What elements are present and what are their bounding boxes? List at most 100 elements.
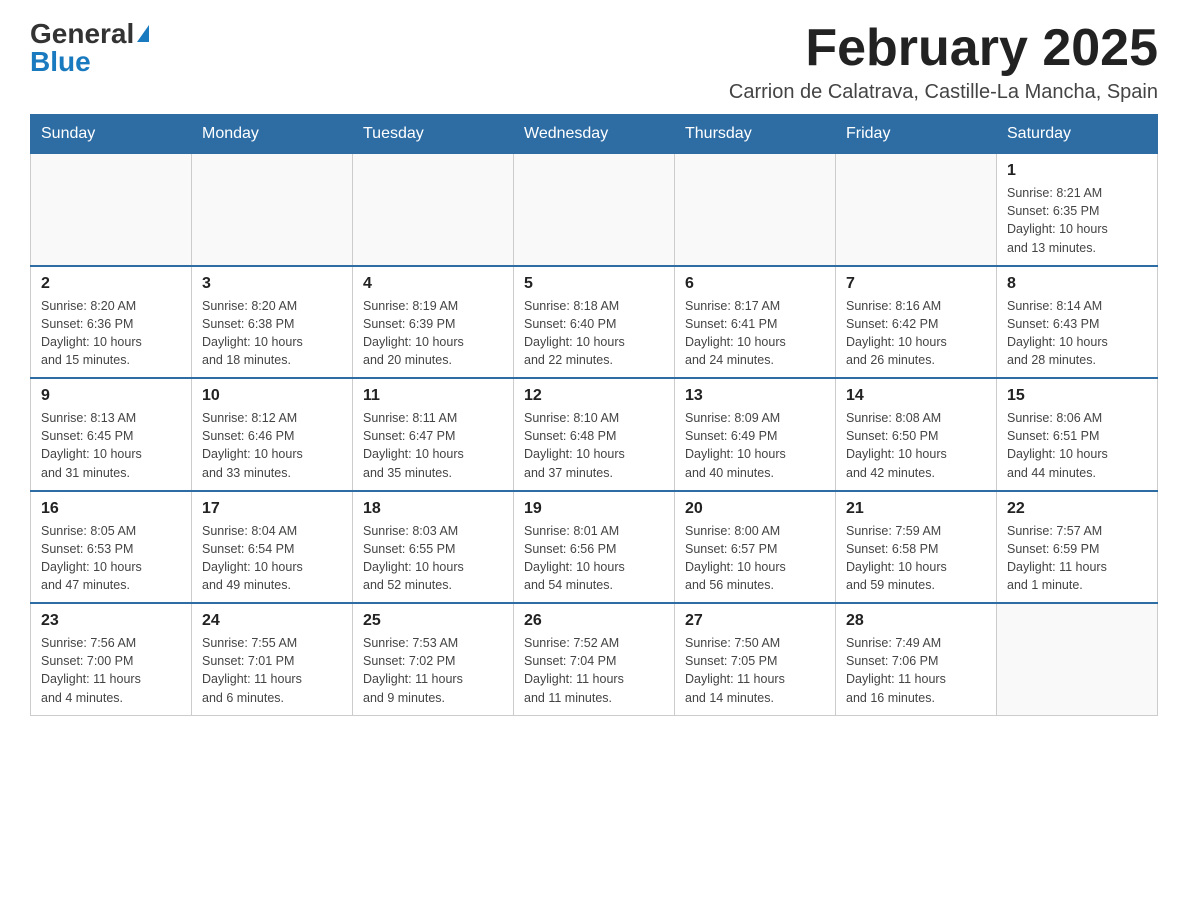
month-title: February 2025 xyxy=(729,20,1158,77)
day-info: Sunrise: 8:20 AM Sunset: 6:38 PM Dayligh… xyxy=(202,297,342,370)
day-number: 26 xyxy=(524,612,664,630)
calendar-table: SundayMondayTuesdayWednesdayThursdayFrid… xyxy=(30,114,1158,716)
day-number: 8 xyxy=(1007,275,1147,293)
day-info: Sunrise: 8:20 AM Sunset: 6:36 PM Dayligh… xyxy=(41,297,181,370)
day-number: 19 xyxy=(524,500,664,518)
day-info: Sunrise: 8:01 AM Sunset: 6:56 PM Dayligh… xyxy=(524,522,664,595)
week-row-1: 1 Sunrise: 8:21 AM Sunset: 6:35 PM Daylig… xyxy=(31,154,1158,266)
day-number: 12 xyxy=(524,387,664,405)
calendar-cell: 6 Sunrise: 8:17 AM Sunset: 6:41 PM Daylig… xyxy=(675,266,836,379)
day-number: 4 xyxy=(363,275,503,293)
calendar-cell: 28 Sunrise: 7:49 AM Sunset: 7:06 PM Dayli… xyxy=(836,603,997,715)
day-info: Sunrise: 8:04 AM Sunset: 6:54 PM Dayligh… xyxy=(202,522,342,595)
day-info: Sunrise: 7:57 AM Sunset: 6:59 PM Dayligh… xyxy=(1007,522,1147,595)
day-number: 2 xyxy=(41,275,181,293)
calendar-cell: 21 Sunrise: 7:59 AM Sunset: 6:58 PM Dayli… xyxy=(836,491,997,604)
day-number: 15 xyxy=(1007,387,1147,405)
week-row-5: 23Sunrise: 7:56 AM Sunset: 7:00 PM Dayli… xyxy=(31,603,1158,715)
calendar-cell: 27Sunrise: 7:50 AM Sunset: 7:05 PM Dayli… xyxy=(675,603,836,715)
calendar-cell: 24Sunrise: 7:55 AM Sunset: 7:01 PM Dayli… xyxy=(192,603,353,715)
day-info: Sunrise: 8:17 AM Sunset: 6:41 PM Dayligh… xyxy=(685,297,825,370)
logo-blue-text: Blue xyxy=(30,46,91,77)
location-subtitle: Carrion de Calatrava, Castille-La Mancha… xyxy=(729,81,1158,104)
weekday-header-row: SundayMondayTuesdayWednesdayThursdayFrid… xyxy=(31,115,1158,154)
calendar-cell: 22Sunrise: 7:57 AM Sunset: 6:59 PM Dayli… xyxy=(997,491,1158,604)
calendar-cell xyxy=(31,154,192,266)
calendar-cell xyxy=(836,154,997,266)
day-info: Sunrise: 7:53 AM Sunset: 7:02 PM Dayligh… xyxy=(363,634,503,707)
calendar-cell: 11 Sunrise: 8:11 AM Sunset: 6:47 PM Dayli… xyxy=(353,378,514,491)
calendar-cell: 8 Sunrise: 8:14 AM Sunset: 6:43 PM Daylig… xyxy=(997,266,1158,379)
day-number: 11 xyxy=(363,387,503,405)
calendar-cell: 23Sunrise: 7:56 AM Sunset: 7:00 PM Dayli… xyxy=(31,603,192,715)
weekday-header-tuesday: Tuesday xyxy=(353,115,514,154)
calendar-cell: 17 Sunrise: 8:04 AM Sunset: 6:54 PM Dayli… xyxy=(192,491,353,604)
day-info: Sunrise: 7:50 AM Sunset: 7:05 PM Dayligh… xyxy=(685,634,825,707)
calendar-cell: 13Sunrise: 8:09 AM Sunset: 6:49 PM Dayli… xyxy=(675,378,836,491)
calendar-cell xyxy=(675,154,836,266)
weekday-header-sunday: Sunday xyxy=(31,115,192,154)
day-number: 10 xyxy=(202,387,342,405)
calendar-cell xyxy=(997,603,1158,715)
day-info: Sunrise: 8:08 AM Sunset: 6:50 PM Dayligh… xyxy=(846,409,986,482)
calendar-cell: 19 Sunrise: 8:01 AM Sunset: 6:56 PM Dayli… xyxy=(514,491,675,604)
calendar-cell: 2 Sunrise: 8:20 AM Sunset: 6:36 PM Daylig… xyxy=(31,266,192,379)
logo: General Blue xyxy=(30,20,149,76)
day-number: 21 xyxy=(846,500,986,518)
calendar-cell: 20Sunrise: 8:00 AM Sunset: 6:57 PM Dayli… xyxy=(675,491,836,604)
calendar-cell: 5 Sunrise: 8:18 AM Sunset: 6:40 PM Daylig… xyxy=(514,266,675,379)
calendar-cell: 12 Sunrise: 8:10 AM Sunset: 6:48 PM Dayli… xyxy=(514,378,675,491)
week-row-2: 2 Sunrise: 8:20 AM Sunset: 6:36 PM Daylig… xyxy=(31,266,1158,379)
weekday-header-saturday: Saturday xyxy=(997,115,1158,154)
day-info: Sunrise: 8:06 AM Sunset: 6:51 PM Dayligh… xyxy=(1007,409,1147,482)
day-info: Sunrise: 8:21 AM Sunset: 6:35 PM Dayligh… xyxy=(1007,184,1147,257)
day-info: Sunrise: 8:18 AM Sunset: 6:40 PM Dayligh… xyxy=(524,297,664,370)
day-number: 16 xyxy=(41,500,181,518)
day-number: 25 xyxy=(363,612,503,630)
day-info: Sunrise: 7:49 AM Sunset: 7:06 PM Dayligh… xyxy=(846,634,986,707)
day-info: Sunrise: 8:12 AM Sunset: 6:46 PM Dayligh… xyxy=(202,409,342,482)
title-area: February 2025 Carrion de Calatrava, Cast… xyxy=(729,20,1158,104)
logo-triangle-icon xyxy=(137,25,149,42)
day-number: 3 xyxy=(202,275,342,293)
header: General Blue February 2025 Carrion de Ca… xyxy=(30,20,1158,104)
calendar-cell: 16 Sunrise: 8:05 AM Sunset: 6:53 PM Dayli… xyxy=(31,491,192,604)
logo-general-text: General xyxy=(30,20,134,48)
calendar-cell: 1 Sunrise: 8:21 AM Sunset: 6:35 PM Daylig… xyxy=(997,154,1158,266)
day-number: 1 xyxy=(1007,162,1147,180)
calendar-cell: 10 Sunrise: 8:12 AM Sunset: 6:46 PM Dayli… xyxy=(192,378,353,491)
day-info: Sunrise: 8:16 AM Sunset: 6:42 PM Dayligh… xyxy=(846,297,986,370)
calendar-cell: 3 Sunrise: 8:20 AM Sunset: 6:38 PM Daylig… xyxy=(192,266,353,379)
day-number: 13 xyxy=(685,387,825,405)
week-row-4: 16 Sunrise: 8:05 AM Sunset: 6:53 PM Dayli… xyxy=(31,491,1158,604)
day-number: 17 xyxy=(202,500,342,518)
weekday-header-wednesday: Wednesday xyxy=(514,115,675,154)
day-info: Sunrise: 8:11 AM Sunset: 6:47 PM Dayligh… xyxy=(363,409,503,482)
day-info: Sunrise: 7:59 AM Sunset: 6:58 PM Dayligh… xyxy=(846,522,986,595)
day-number: 7 xyxy=(846,275,986,293)
calendar-cell: 4Sunrise: 8:19 AM Sunset: 6:39 PM Daylig… xyxy=(353,266,514,379)
day-info: Sunrise: 8:13 AM Sunset: 6:45 PM Dayligh… xyxy=(41,409,181,482)
day-info: Sunrise: 8:14 AM Sunset: 6:43 PM Dayligh… xyxy=(1007,297,1147,370)
day-info: Sunrise: 8:00 AM Sunset: 6:57 PM Dayligh… xyxy=(685,522,825,595)
calendar-cell xyxy=(192,154,353,266)
weekday-header-monday: Monday xyxy=(192,115,353,154)
calendar-cell: 14Sunrise: 8:08 AM Sunset: 6:50 PM Dayli… xyxy=(836,378,997,491)
day-info: Sunrise: 8:03 AM Sunset: 6:55 PM Dayligh… xyxy=(363,522,503,595)
weekday-header-friday: Friday xyxy=(836,115,997,154)
day-number: 28 xyxy=(846,612,986,630)
day-info: Sunrise: 7:52 AM Sunset: 7:04 PM Dayligh… xyxy=(524,634,664,707)
day-number: 6 xyxy=(685,275,825,293)
day-number: 5 xyxy=(524,275,664,293)
calendar-cell: 25 Sunrise: 7:53 AM Sunset: 7:02 PM Dayli… xyxy=(353,603,514,715)
week-row-3: 9Sunrise: 8:13 AM Sunset: 6:45 PM Daylig… xyxy=(31,378,1158,491)
day-info: Sunrise: 7:56 AM Sunset: 7:00 PM Dayligh… xyxy=(41,634,181,707)
day-info: Sunrise: 8:05 AM Sunset: 6:53 PM Dayligh… xyxy=(41,522,181,595)
calendar-cell: 15 Sunrise: 8:06 AM Sunset: 6:51 PM Dayli… xyxy=(997,378,1158,491)
day-info: Sunrise: 8:10 AM Sunset: 6:48 PM Dayligh… xyxy=(524,409,664,482)
day-number: 18 xyxy=(363,500,503,518)
day-number: 24 xyxy=(202,612,342,630)
calendar-cell: 7 Sunrise: 8:16 AM Sunset: 6:42 PM Daylig… xyxy=(836,266,997,379)
calendar-cell xyxy=(514,154,675,266)
weekday-header-thursday: Thursday xyxy=(675,115,836,154)
